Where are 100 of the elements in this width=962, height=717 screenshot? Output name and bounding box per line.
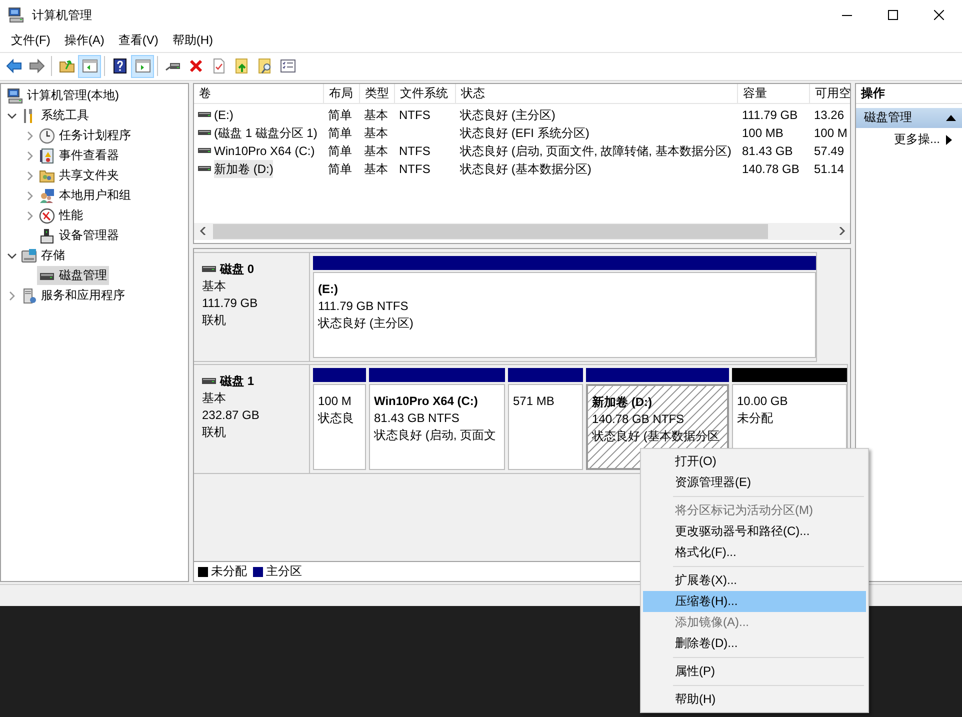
computer-icon (8, 7, 24, 23)
table-cell-text: 状态良好 (主分区) (460, 106, 556, 124)
pane-title: 操作 (856, 84, 962, 104)
legend-label: 未分配 (211, 563, 247, 580)
partition[interactable]: 571 MB (508, 384, 583, 470)
expanded-chevron-icon[interactable] (7, 250, 17, 261)
tree-item[interactable]: 共享文件夹 (37, 166, 121, 186)
column-header[interactable]: 类型 (360, 84, 395, 104)
forward-arrow-icon (28, 58, 44, 74)
scroll-left-icon[interactable] (198, 227, 206, 236)
volume-name[interactable]: 新加卷 (D:) (214, 160, 274, 178)
volume-name[interactable]: (磁盘 1 磁盘分区 1) (214, 124, 318, 142)
section-header[interactable]: 磁盘管理 (856, 108, 962, 128)
context-menu-item[interactable]: 压缩卷(H)... (643, 591, 866, 612)
table-cell-text: NTFS (399, 160, 430, 178)
table-cell-text: 51.14 (814, 160, 844, 178)
partition-title: 新加卷 (D:) (592, 394, 653, 411)
drive-icon (198, 130, 211, 136)
tree-item[interactable]: 计算机管理(本地) (5, 86, 121, 106)
collapsed-chevron-icon[interactable] (25, 150, 35, 161)
horizontal-scrollbar[interactable] (194, 222, 850, 240)
context-menu-item[interactable]: 格式化(F)... (643, 542, 866, 563)
panel-icon (82, 58, 98, 74)
tree-item[interactable]: 磁盘管理 (37, 266, 109, 286)
table-cell-text: 状态良好 (基本数据分区) (460, 160, 592, 178)
partition[interactable]: 100 M 状态良 (313, 384, 366, 470)
context-menu-item[interactable]: 扩展卷(X)... (643, 570, 866, 591)
context-menu-item[interactable]: 属性(P) (643, 661, 866, 682)
tree-item[interactable]: 性能 (37, 206, 85, 226)
context-menu-item[interactable]: 更改驱动器号和路径(C)... (643, 521, 866, 542)
disk-name: 磁盘 1 (220, 372, 254, 390)
tree-item[interactable]: 任务计划程序 (37, 126, 133, 146)
computer-icon (7, 88, 23, 104)
column-header[interactable]: 状态 (456, 84, 738, 104)
table-cell-text: 简单 (328, 142, 352, 160)
column-header[interactable]: 卷 (194, 84, 324, 104)
tree-item[interactable]: 系统工具 (19, 106, 91, 126)
menu-item[interactable]: 文件(F) (4, 32, 58, 50)
partition[interactable]: Win10Pro X64 (C:) 81.43 GB NTFS 状态良好 (启动, 页面文 (369, 384, 505, 470)
scrollbar-thumb[interactable] (213, 224, 768, 239)
collapsed-chevron-icon[interactable] (25, 170, 35, 181)
close-icon (934, 10, 944, 20)
drive-icon (198, 166, 211, 172)
disk-drive-icon (202, 266, 216, 272)
context-menu-item[interactable]: 帮助(H) (643, 689, 866, 710)
table-cell-text: 57.49 (814, 142, 844, 160)
collapsed-chevron-icon[interactable] (25, 190, 35, 201)
partition-text: 未分配 (737, 410, 774, 427)
context-menu-item[interactable]: 删除卷(D)... (643, 633, 866, 654)
column-header[interactable]: 文件系统 (395, 84, 456, 104)
column-header[interactable]: 容量 (738, 84, 810, 104)
partition-text: 状态良好 (主分区) (318, 314, 414, 332)
disk-type: 基本 (202, 278, 227, 295)
storage-icon (21, 248, 37, 264)
tree-item[interactable]: 服务和应用程序 (19, 286, 127, 306)
tree-item[interactable]: 设备管理器 (37, 226, 121, 246)
menu-item[interactable]: 帮助(H) (165, 32, 220, 50)
table-cell-text: 基本 (364, 160, 388, 178)
context-menu-item[interactable]: 资源管理器(E) (643, 472, 866, 493)
partition-title: Win10Pro X64 (C:) (374, 392, 479, 410)
properties-icon (280, 58, 296, 74)
action-item[interactable]: 更多操... (856, 130, 962, 150)
menu-item[interactable]: 查看(V) (111, 32, 166, 50)
volume-name[interactable]: Win10Pro X64 (C:) (214, 142, 315, 160)
table-cell-text: 基本 (364, 106, 388, 124)
clock-icon (39, 128, 55, 144)
table-cell-text: 简单 (328, 160, 352, 178)
partition-text: 100 M (318, 392, 352, 410)
table-cell-text: 100 M (814, 124, 848, 142)
disk-size: 111.79 GB (202, 294, 259, 312)
delete-icon (188, 58, 204, 74)
table-cell-text: 111.79 GB (742, 106, 798, 124)
disk-drive-icon (202, 378, 216, 384)
expanded-chevron-icon[interactable] (7, 110, 17, 121)
collapsed-chevron-icon[interactable] (7, 290, 17, 301)
tree-item[interactable]: 事件查看器 (37, 146, 121, 166)
scroll-right-icon[interactable] (838, 227, 846, 236)
menu-item[interactable]: 操作(A) (57, 32, 112, 50)
partition-text: 状态良好 (基本数据分区 (592, 428, 720, 445)
column-header[interactable]: 可用空 (810, 84, 850, 104)
partition-text: 状态良好 (启动, 页面文 (374, 426, 497, 444)
table-cell-text: NTFS (399, 142, 430, 160)
partition-text: 140.78 GB NTFS (592, 410, 686, 428)
disk-type: 基本 (202, 390, 227, 407)
partition-text: 571 MB (513, 392, 556, 410)
tree-item[interactable]: 存储 (19, 246, 67, 266)
partition[interactable]: (E:) 111.79 GB NTFS 状态良好 (主分区) (313, 272, 816, 358)
partition-text: 状态良 (318, 410, 355, 427)
table-cell-text: 140.78 GB (742, 160, 800, 178)
collapse-icon[interactable] (946, 114, 956, 122)
folder-icon (58, 58, 74, 74)
volume-name[interactable]: (E:) (214, 106, 234, 124)
gauge-icon (39, 208, 55, 224)
partition-title: (E:) (318, 280, 339, 298)
collapsed-chevron-icon[interactable] (25, 210, 35, 221)
table-cell-text: 简单 (328, 106, 352, 124)
collapsed-chevron-icon[interactable] (25, 130, 35, 141)
check-page-icon (210, 58, 226, 74)
column-header[interactable]: 布局 (324, 84, 360, 104)
tree-item[interactable]: 本地用户和组 (37, 186, 133, 206)
